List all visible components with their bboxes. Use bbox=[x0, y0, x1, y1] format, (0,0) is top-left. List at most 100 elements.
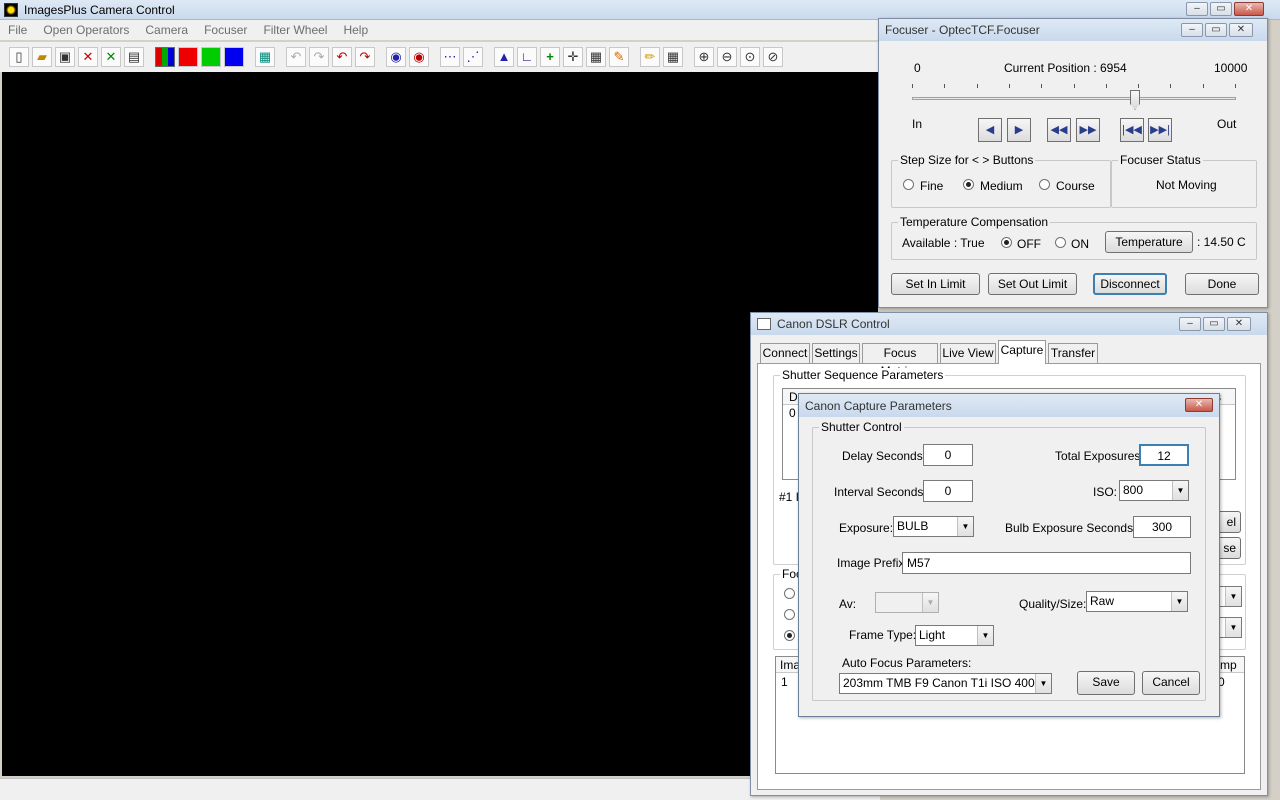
move-to-in-limit-button[interactable]: |◀◀ bbox=[1120, 118, 1144, 142]
minimize-button[interactable]: – bbox=[1186, 2, 1208, 16]
menu-filter-wheel[interactable]: Filter Wheel bbox=[255, 23, 335, 37]
focus-radio-3[interactable] bbox=[784, 630, 795, 641]
crosshair-icon[interactable]: ✛ bbox=[563, 47, 583, 67]
image-prefix-input[interactable]: M57 bbox=[902, 552, 1191, 574]
cancel-button[interactable]: Cancel bbox=[1142, 671, 1200, 695]
rgb-channel-icon[interactable] bbox=[155, 47, 175, 67]
focuser-minimize-button[interactable]: – bbox=[1181, 23, 1203, 37]
chevron-down-icon: ▼ bbox=[1225, 618, 1241, 637]
add-icon[interactable]: + bbox=[540, 47, 560, 67]
focuser-maximize-button[interactable]: ▭ bbox=[1205, 23, 1227, 37]
menu-help[interactable]: Help bbox=[335, 23, 376, 37]
slider-tick bbox=[1138, 84, 1139, 88]
frame-type-select[interactable]: Light ▼ bbox=[915, 625, 994, 646]
close-all-icon[interactable]: ✕ bbox=[101, 47, 121, 67]
close-image-icon[interactable]: ✕ bbox=[78, 47, 98, 67]
tab-settings[interactable]: Settings bbox=[812, 343, 860, 363]
chevron-down-icon: ▼ bbox=[1225, 587, 1241, 606]
step-out-button[interactable]: ▶ bbox=[1007, 118, 1031, 142]
focuser-titlebar: Focuser - OptecTCF.Focuser – ▭ ✕ bbox=[879, 19, 1267, 41]
focus-radio-2[interactable] bbox=[784, 609, 795, 620]
zoom-out-icon[interactable]: ⊖ bbox=[717, 47, 737, 67]
pencil-icon[interactable]: ✏ bbox=[640, 47, 660, 67]
set-out-limit-button[interactable]: Set Out Limit bbox=[988, 273, 1077, 295]
menu-camera[interactable]: Camera bbox=[137, 23, 196, 37]
undo-disabled-icon[interactable]: ↶ bbox=[286, 47, 306, 67]
tab-transfer[interactable]: Transfer bbox=[1048, 343, 1098, 363]
step-course-radio[interactable] bbox=[1039, 179, 1050, 190]
bulb-exposure-input[interactable]: 300 bbox=[1133, 516, 1191, 538]
calculator-icon[interactable]: ▦ bbox=[586, 47, 606, 67]
redo-disabled-icon[interactable]: ↷ bbox=[309, 47, 329, 67]
exposure-label: Exposure: bbox=[839, 521, 894, 535]
auto-focus-select[interactable]: 203mm TMB F9 Canon T1i ISO 400 ▼ bbox=[839, 673, 1052, 694]
profile-icon[interactable]: ⋰ bbox=[463, 47, 483, 67]
histogram-icon[interactable]: ▲ bbox=[494, 47, 514, 67]
menu-focuser[interactable]: Focuser bbox=[196, 23, 255, 37]
curves-icon[interactable]: ∟ bbox=[517, 47, 537, 67]
sequence-header-d: D bbox=[789, 390, 798, 404]
focuser-title: Focuser - OptecTCF.Focuser bbox=[885, 23, 1040, 37]
tab-focus-metrics[interactable]: Focus Metrics bbox=[862, 343, 938, 378]
set-in-limit-button[interactable]: Set In Limit bbox=[891, 273, 980, 295]
maximize-button[interactable]: ▭ bbox=[1210, 2, 1232, 16]
menu-open-operators[interactable]: Open Operators bbox=[35, 23, 137, 37]
save-button[interactable]: Save bbox=[1077, 671, 1135, 695]
image-canvas[interactable] bbox=[2, 72, 878, 776]
zoom-fit-icon[interactable]: ⊙ bbox=[740, 47, 760, 67]
temperature-value: : 14.50 C bbox=[1197, 235, 1246, 249]
step-in-button[interactable]: ◀ bbox=[978, 118, 1002, 142]
focus-radio-1[interactable] bbox=[784, 588, 795, 599]
save-icon[interactable]: ▣ bbox=[55, 47, 75, 67]
slider-thumb[interactable] bbox=[1130, 90, 1140, 110]
dslr-close-button[interactable]: ✕ bbox=[1227, 317, 1251, 331]
grid-icon[interactable]: ▦ bbox=[663, 47, 683, 67]
new-file-icon[interactable]: ▯ bbox=[9, 47, 29, 67]
chevron-down-icon: ▼ bbox=[1035, 674, 1051, 693]
disconnect-button[interactable]: Disconnect bbox=[1093, 273, 1167, 295]
tab-capture[interactable]: Capture bbox=[998, 340, 1046, 364]
step-medium-radio[interactable] bbox=[963, 179, 974, 190]
dslr-maximize-button[interactable]: ▭ bbox=[1203, 317, 1225, 331]
fast-in-button[interactable]: ◀◀ bbox=[1047, 118, 1071, 142]
green-channel-icon[interactable] bbox=[201, 47, 221, 67]
zoom-actual-icon[interactable]: ⊘ bbox=[763, 47, 783, 67]
temp-comp-off-radio[interactable] bbox=[1001, 237, 1012, 248]
exposure-select[interactable]: BULB ▼ bbox=[893, 516, 974, 537]
close-button[interactable]: ✕ bbox=[1234, 2, 1264, 16]
undo-icon[interactable]: ↶ bbox=[332, 47, 352, 67]
capture-dialog-close-button[interactable]: ✕ bbox=[1185, 398, 1213, 412]
temperature-button[interactable]: Temperature bbox=[1105, 231, 1193, 253]
slider-tick bbox=[1235, 84, 1236, 88]
tab-connect[interactable]: Connect bbox=[760, 343, 810, 363]
iso-select[interactable]: 800 ▼ bbox=[1119, 480, 1189, 501]
av-select[interactable]: ▼ bbox=[875, 592, 939, 613]
paint-icon[interactable]: ✎ bbox=[609, 47, 629, 67]
dslr-title: Canon DSLR Control bbox=[777, 317, 890, 331]
grid-pattern-icon[interactable]: ▦ bbox=[255, 47, 275, 67]
zoom-in-icon[interactable]: ⊕ bbox=[694, 47, 714, 67]
red-channel-icon[interactable] bbox=[178, 47, 198, 67]
quality-size-select[interactable]: Raw ▼ bbox=[1086, 591, 1188, 612]
star-select-icon[interactable]: ◉ bbox=[409, 47, 429, 67]
menu-file[interactable]: File bbox=[0, 23, 35, 37]
done-button[interactable]: Done bbox=[1185, 273, 1259, 295]
av-label: Av: bbox=[839, 597, 857, 611]
dotted-line-icon[interactable]: ⋯ bbox=[440, 47, 460, 67]
star-mask-icon[interactable]: ◉ bbox=[386, 47, 406, 67]
blue-channel-icon[interactable] bbox=[224, 47, 244, 67]
temp-comp-on-radio[interactable] bbox=[1055, 237, 1066, 248]
dslr-minimize-button[interactable]: – bbox=[1179, 317, 1201, 331]
interval-seconds-input[interactable]: 0 bbox=[923, 480, 973, 502]
redo-icon[interactable]: ↷ bbox=[355, 47, 375, 67]
focuser-position-slider[interactable] bbox=[912, 84, 1236, 110]
step-fine-radio[interactable] bbox=[903, 179, 914, 190]
focuser-close-button[interactable]: ✕ bbox=[1229, 23, 1253, 37]
tab-live-view[interactable]: Live View bbox=[940, 343, 996, 363]
window-icon[interactable]: ▤ bbox=[124, 47, 144, 67]
fast-out-button[interactable]: ▶▶ bbox=[1076, 118, 1100, 142]
open-folder-icon[interactable]: ▰ bbox=[32, 47, 52, 67]
total-exposures-input[interactable]: 12 bbox=[1139, 444, 1189, 466]
move-to-out-limit-button[interactable]: ▶▶| bbox=[1148, 118, 1172, 142]
delay-seconds-input[interactable]: 0 bbox=[923, 444, 973, 466]
